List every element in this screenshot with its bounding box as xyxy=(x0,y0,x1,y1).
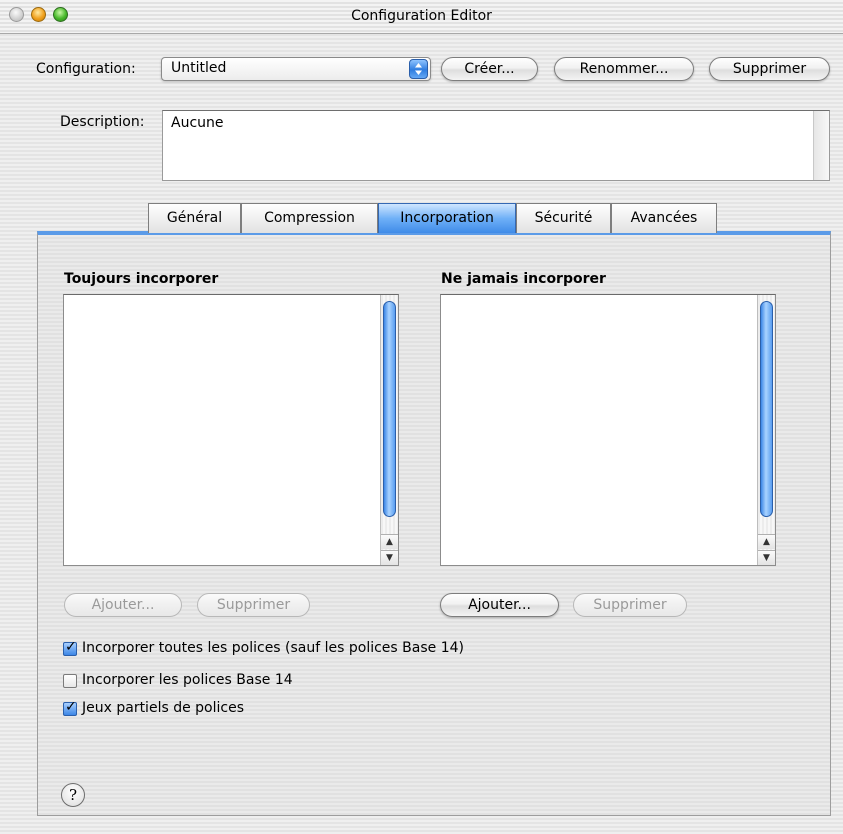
window-title: Configuration Editor xyxy=(351,8,492,24)
configuration-selected-value: Untitled xyxy=(171,60,227,76)
configuration-popup[interactable]: Untitled xyxy=(161,57,431,81)
tab-avancees[interactable]: Avancées xyxy=(611,203,717,233)
embed-base14-checkbox[interactable] xyxy=(63,674,77,688)
always-remove-button[interactable]: Supprimer xyxy=(197,593,310,617)
description-value: Aucune xyxy=(171,115,224,131)
configuration-label: Configuration: xyxy=(36,61,136,77)
help-icon[interactable]: ? xyxy=(61,783,85,807)
subset-fonts-checkbox[interactable]: ✓ xyxy=(63,699,77,716)
always-add-button[interactable]: Ajouter... xyxy=(64,593,182,617)
never-embed-heading: Ne jamais incorporer xyxy=(441,271,606,287)
never-remove-button[interactable]: Supprimer xyxy=(573,593,687,617)
never-embed-list[interactable]: ▲ ▼ xyxy=(440,294,776,566)
title-bar: Configuration Editor xyxy=(0,0,843,34)
rename-button[interactable]: Renommer... xyxy=(554,57,694,81)
description-label: Description: xyxy=(60,114,145,130)
embed-all-fonts-checkbox[interactable]: ✓ xyxy=(63,639,77,656)
never-add-button[interactable]: Ajouter... xyxy=(440,593,559,617)
never-embed-scroll-thumb[interactable] xyxy=(760,301,773,517)
checkmark-icon: ✓ xyxy=(65,699,77,715)
subset-fonts-label: Jeux partiels de polices xyxy=(82,700,244,716)
always-embed-scrollbar[interactable]: ▲ ▼ xyxy=(380,295,398,565)
description-scrollbar[interactable] xyxy=(813,111,829,180)
checkmark-icon: ✓ xyxy=(65,639,77,655)
never-embed-scrollbar[interactable]: ▲ ▼ xyxy=(757,295,775,565)
tab-general[interactable]: Général xyxy=(148,203,241,233)
always-embed-scroll-thumb[interactable] xyxy=(383,301,396,517)
popup-arrows-icon xyxy=(409,59,428,79)
description-field[interactable]: Aucune xyxy=(162,110,830,181)
embed-all-fonts-label: Incorporer toutes les polices (sauf les … xyxy=(82,640,464,656)
delete-configuration-button[interactable]: Supprimer xyxy=(709,57,830,81)
scroll-up-arrow-icon[interactable]: ▲ xyxy=(758,534,775,549)
embed-base14-label: Incorporer les polices Base 14 xyxy=(82,672,293,688)
tab-incorporation[interactable]: Incorporation xyxy=(378,203,516,233)
scroll-down-arrow-icon[interactable]: ▼ xyxy=(381,550,398,565)
always-embed-list[interactable]: ▲ ▼ xyxy=(63,294,399,566)
always-embed-heading: Toujours incorporer xyxy=(64,271,219,287)
scroll-up-arrow-icon[interactable]: ▲ xyxy=(381,534,398,549)
tab-securite[interactable]: Sécurité xyxy=(516,203,611,233)
tab-compression[interactable]: Compression xyxy=(241,203,378,233)
scroll-down-arrow-icon[interactable]: ▼ xyxy=(758,550,775,565)
create-button[interactable]: Créer... xyxy=(441,57,538,81)
